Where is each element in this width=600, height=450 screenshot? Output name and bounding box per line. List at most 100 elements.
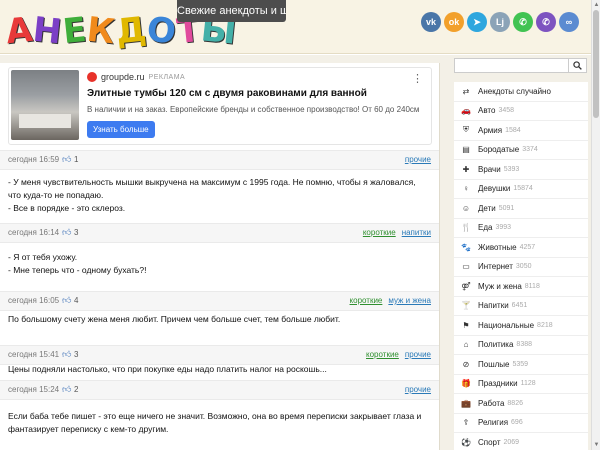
page-scrollbar[interactable]: ▲ ▼ bbox=[591, 0, 600, 450]
sidebar-item-count: 8118 bbox=[524, 282, 540, 290]
sidebar-item[interactable]: ⌂ Политика 8388 bbox=[454, 336, 588, 355]
search-button[interactable] bbox=[569, 58, 587, 73]
sidebar-item-label: Животные bbox=[478, 242, 517, 252]
sidebar-item-count: 15874 bbox=[513, 185, 533, 193]
like-count: 3 bbox=[74, 350, 79, 359]
sidebar-item[interactable]: 🚗 Авто 3458 bbox=[454, 102, 588, 121]
sidebar-item-label: Пошлые bbox=[478, 359, 510, 369]
like-count: 2 bbox=[74, 385, 79, 394]
sidebar-item[interactable]: ✚ Врачи 5393 bbox=[454, 160, 588, 180]
category-link[interactable]: прочие bbox=[405, 350, 431, 359]
ad-domain-text: groupde.ru bbox=[101, 72, 145, 82]
sidebar-item[interactable]: 🎁 Праздники 1128 bbox=[454, 375, 588, 394]
odnoklassniki-icon[interactable]: ok bbox=[444, 12, 464, 32]
briefcase-icon: 💼 bbox=[461, 398, 471, 408]
sidebar-item[interactable]: ⛨ Армия 1584 bbox=[454, 121, 588, 141]
female-icon: ♀ bbox=[463, 184, 469, 194]
sidebar-item[interactable]: ⚑ Национальные 8218 bbox=[454, 316, 588, 336]
couple-icon: ⚤ bbox=[461, 281, 471, 291]
like-count: 1 bbox=[74, 155, 79, 164]
sidebar-item[interactable]: ⚽ Спорт 2069 bbox=[454, 433, 588, 450]
sidebar-item-label: Анекдоты случайно bbox=[478, 86, 551, 96]
sidebar-item-label: Политика bbox=[478, 340, 514, 350]
category-link[interactable]: прочие bbox=[405, 385, 431, 394]
sidebar-item[interactable]: ▭ Интернет 3050 bbox=[454, 258, 588, 277]
joke-date: сегодня 15:24 bbox=[8, 385, 60, 394]
sidebar-item-label: Праздники bbox=[478, 379, 518, 389]
site-tagline: Свежие анекдоты и шутки bbox=[177, 0, 286, 22]
like-icon[interactable]: 👍︎ bbox=[62, 154, 71, 165]
sidebar-item-label: Интернет bbox=[478, 262, 513, 272]
sidebar-item-count: 3458 bbox=[498, 107, 515, 115]
sidebar-item[interactable]: ⚤ Муж и жена 8118 bbox=[454, 277, 588, 297]
scroll-thumb[interactable] bbox=[593, 10, 599, 118]
telegram-icon[interactable]: ➤ bbox=[467, 12, 487, 32]
like-icon[interactable]: 👍︎ bbox=[62, 384, 71, 395]
sidebar-item[interactable]: 💼 Работа 8826 bbox=[454, 394, 588, 414]
sidebar-item-count: 8826 bbox=[507, 399, 523, 407]
scroll-down-icon[interactable]: ▼ bbox=[593, 441, 600, 449]
sidebar-item-count: 8218 bbox=[537, 321, 553, 329]
logo-letter: Н bbox=[31, 9, 64, 53]
sidebar-item-label: Религия bbox=[478, 418, 509, 428]
link-icon[interactable]: ∞ bbox=[559, 12, 579, 32]
sidebar-item-label: Бородатые bbox=[478, 145, 520, 155]
joke-meta-bar: сегодня 16:59 👍︎ 1 прочие bbox=[0, 150, 439, 170]
search-input[interactable] bbox=[454, 58, 569, 73]
category-link[interactable]: короткие bbox=[363, 228, 396, 237]
category-link[interactable]: муж и жена bbox=[388, 296, 431, 305]
sidebar-item-count: 3050 bbox=[515, 263, 532, 271]
sidebar-item[interactable]: ☦ Религия 696 bbox=[454, 414, 588, 433]
sidebar-item[interactable]: ▤ Бородатые 3374 bbox=[454, 141, 588, 160]
ad-banner[interactable]: groupde.ru РЕКЛАМА ⋮ Элитные тумбы 120 с… bbox=[8, 67, 432, 145]
sidebar: ⇄ Анекдоты случайно 🚗 Авто 3458 ⛨ Армия 1584 ▤ Бо… bbox=[450, 55, 591, 450]
like-icon[interactable]: 👍︎ bbox=[62, 349, 71, 360]
ad-image[interactable] bbox=[11, 70, 79, 140]
sidebar-item-count: 5091 bbox=[498, 204, 515, 212]
sidebar-item[interactable]: ⊘ Пошлые 5359 bbox=[454, 355, 588, 375]
sidebar-item-label: Напитки bbox=[478, 301, 509, 311]
viber-icon[interactable]: ✆ bbox=[536, 12, 556, 32]
child-icon: ☺ bbox=[461, 203, 471, 213]
sidebar-item[interactable]: 🍴 Еда 3993 bbox=[454, 219, 588, 238]
sidebar-item[interactable]: ♀ Девушки 15874 bbox=[454, 180, 588, 199]
joke-text: Цены подняли настолько, что при покупке … bbox=[8, 364, 327, 374]
logo-letter: К bbox=[85, 9, 117, 53]
like-count: 4 bbox=[74, 296, 79, 305]
sidebar-item-label: Врачи bbox=[478, 164, 501, 174]
scroll-up-icon[interactable]: ▲ bbox=[593, 1, 600, 9]
like-icon[interactable]: 👍︎ bbox=[62, 227, 71, 238]
sidebar-item-count: 8388 bbox=[516, 341, 532, 349]
joke-date: сегодня 16:05 bbox=[8, 296, 60, 305]
ad-menu-icon[interactable]: ⋮ bbox=[412, 72, 423, 85]
category-link[interactable]: напитки bbox=[402, 228, 431, 237]
sidebar-item-label: Спорт bbox=[478, 437, 501, 447]
joke-text: - Я от тебя ухожу. - Мне теперь что - од… bbox=[8, 252, 147, 275]
sidebar-item[interactable]: ⇄ Анекдоты случайно bbox=[454, 82, 588, 102]
livejournal-icon[interactable]: Lj bbox=[490, 12, 510, 32]
vk-icon[interactable]: vk bbox=[421, 12, 441, 32]
ad-title[interactable]: Элитные тумбы 120 см с двумя раковинами … bbox=[87, 88, 367, 99]
sidebar-item[interactable]: 🐾 Животные 4257 bbox=[454, 238, 588, 258]
category-link[interactable]: прочие bbox=[405, 155, 431, 164]
whatsapp-icon[interactable]: ✆ bbox=[513, 12, 533, 32]
sidebar-item-count: 1584 bbox=[505, 126, 521, 134]
joke-date: сегодня 16:59 bbox=[8, 155, 60, 164]
sidebar-item[interactable]: ☺ Дети 5091 bbox=[454, 199, 588, 219]
site-header: AНЕКДОТЫ Свежие анекдоты и шутки vkok➤Lj… bbox=[0, 0, 591, 54]
ad-label: РЕКЛАМА bbox=[148, 73, 186, 81]
doctor-icon: ✚ bbox=[462, 164, 470, 174]
sidebar-item-label: Авто bbox=[478, 106, 496, 116]
sidebar-item-count: 6451 bbox=[511, 302, 528, 310]
car-icon: 🚗 bbox=[461, 106, 471, 116]
category-link[interactable]: короткие bbox=[366, 350, 399, 359]
category-link[interactable]: короткие bbox=[350, 296, 383, 305]
army-icon: ⛨ bbox=[463, 125, 469, 135]
joke-categories: прочие bbox=[405, 155, 431, 164]
sidebar-item-count: 4257 bbox=[519, 243, 536, 251]
logo-letter: О bbox=[145, 9, 179, 53]
sidebar-item[interactable]: 🍸 Напитки 6451 bbox=[454, 297, 588, 316]
sidebar-item-label: Дети bbox=[478, 203, 496, 213]
like-icon[interactable]: 👍︎ bbox=[62, 295, 71, 306]
ad-more-button[interactable]: Узнать больше bbox=[87, 121, 155, 138]
